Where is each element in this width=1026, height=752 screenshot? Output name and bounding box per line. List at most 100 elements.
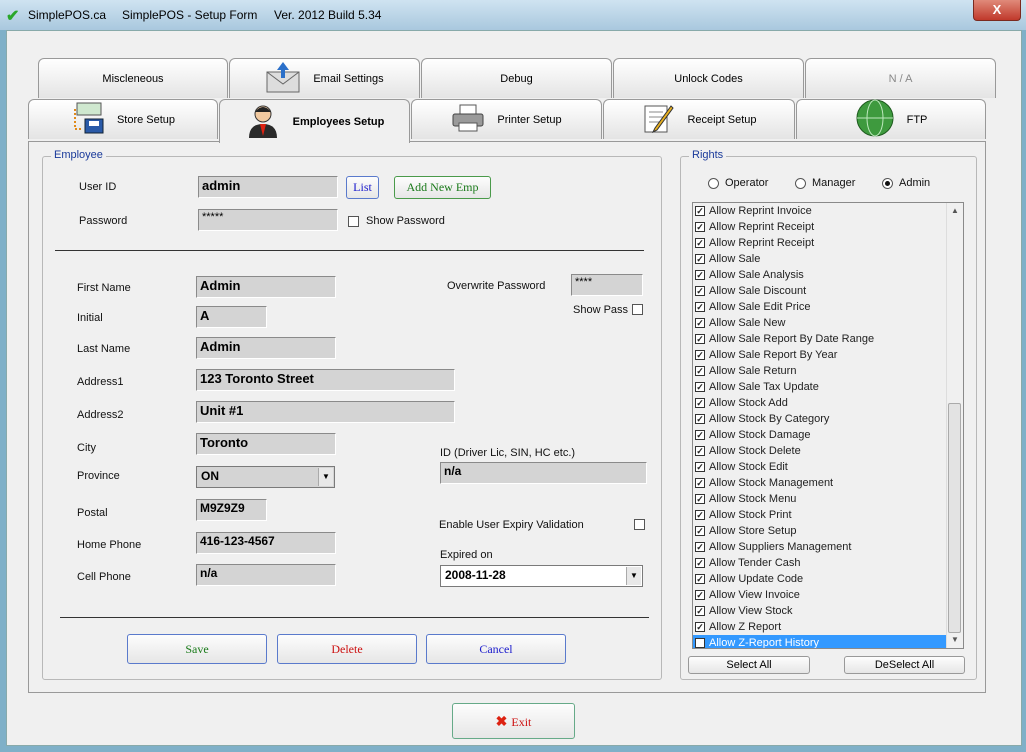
rights-list-item[interactable]: ✓ Allow Sale Edit Price <box>693 299 947 315</box>
rights-item-checkbox[interactable]: ✓ <box>695 526 705 536</box>
save-button[interactable]: Save <box>127 634 267 664</box>
rights-item-checkbox[interactable]: ✓ <box>695 334 705 344</box>
rights-list[interactable]: ✓ Allow Reprint Invoice ✓ Allow Reprint Rec… <box>692 202 964 649</box>
rights-list-item[interactable]: ✓ Allow Stock Management <box>693 475 947 491</box>
delete-button[interactable]: Delete <box>277 634 417 664</box>
rights-list-item[interactable]: ✓ Allow Reprint Receipt <box>693 235 947 251</box>
rights-list-item[interactable]: ✓ Allow Stock Damage <box>693 427 947 443</box>
last-name-field[interactable]: Admin <box>196 337 336 359</box>
rights-list-item[interactable]: ✓ Allow Sale Analysis <box>693 267 947 283</box>
rights-scrollbar[interactable]: ▲ ▼ <box>946 203 963 648</box>
rights-item-checkbox[interactable]: ✓ <box>695 430 705 440</box>
scroll-down-icon[interactable]: ▼ <box>947 632 963 648</box>
rights-item-checkbox[interactable]: ✓ <box>695 558 705 568</box>
rights-item-checkbox[interactable]: ✓ <box>695 510 705 520</box>
rights-item-checkbox[interactable]: ✓ <box>695 254 705 264</box>
address2-field[interactable]: Unit #1 <box>196 401 455 423</box>
rights-list-item[interactable]: ✓ Allow View Invoice <box>693 587 947 603</box>
add-new-emp-button[interactable]: Add New Emp <box>394 176 491 199</box>
id-field[interactable]: n/a <box>440 462 647 484</box>
rights-list-item[interactable]: ✓ Allow Update Code <box>693 571 947 587</box>
password-field[interactable]: ***** <box>198 209 338 231</box>
rights-item-checkbox[interactable]: ✓ <box>695 302 705 312</box>
rights-item-checkbox[interactable]: ✓ <box>695 542 705 552</box>
chevron-down-icon[interactable]: ▼ <box>318 468 333 486</box>
rights-list-item[interactable]: ✓ Allow Stock Menu <box>693 491 947 507</box>
cancel-button[interactable]: Cancel <box>426 634 566 664</box>
home-phone-field[interactable]: 416-123-4567 <box>196 532 336 554</box>
rights-item-checkbox[interactable]: ✓ <box>695 606 705 616</box>
tab-ftp[interactable]: FTP <box>796 99 986 139</box>
tab-email-settings[interactable]: Email Settings <box>229 58 420 98</box>
rights-item-checkbox[interactable]: ✓ <box>695 638 705 648</box>
role-operator-radio[interactable] <box>708 178 719 189</box>
rights-item-checkbox[interactable]: ✓ <box>695 318 705 328</box>
rights-item-checkbox[interactable]: ✓ <box>695 382 705 392</box>
rights-list-item[interactable]: ✓ Allow Stock Edit <box>693 459 947 475</box>
rights-item-checkbox[interactable]: ✓ <box>695 398 705 408</box>
rights-item-checkbox[interactable]: ✓ <box>695 590 705 600</box>
rights-list-item[interactable]: ✓ Allow Reprint Receipt <box>693 219 947 235</box>
rights-list-item[interactable]: ✓ Allow Sale Discount <box>693 283 947 299</box>
rights-list-item[interactable]: ✓ Allow Sale Report By Date Range <box>693 331 947 347</box>
tab-receipt-setup[interactable]: Receipt Setup <box>603 99 795 139</box>
initial-field[interactable]: A <box>196 306 267 328</box>
chevron-down-icon[interactable]: ▼ <box>626 567 641 585</box>
rights-list-item[interactable]: ✓ Allow Stock Delete <box>693 443 947 459</box>
city-field[interactable]: Toronto <box>196 433 336 455</box>
rights-list-item[interactable]: ✓ Allow Tender Cash <box>693 555 947 571</box>
deselect-all-button[interactable]: DeSelect All <box>844 656 965 674</box>
tab-unlock-codes[interactable]: Unlock Codes <box>613 58 804 98</box>
rights-item-checkbox[interactable]: ✓ <box>695 462 705 472</box>
tab-debug[interactable]: Debug <box>421 58 612 98</box>
rights-list-item[interactable]: ✓ Allow View Stock <box>693 603 947 619</box>
rights-item-checkbox[interactable]: ✓ <box>695 478 705 488</box>
rights-item-checkbox[interactable]: ✓ <box>695 286 705 296</box>
rights-list-item[interactable]: ✓ Allow Stock Add <box>693 395 947 411</box>
role-admin-radio[interactable] <box>882 178 893 189</box>
rights-list-item[interactable]: ✓ Allow Sale Report By Year <box>693 347 947 363</box>
rights-item-checkbox[interactable]: ✓ <box>695 366 705 376</box>
rights-item-checkbox[interactable]: ✓ <box>695 350 705 360</box>
rights-list-item[interactable]: ✓ Allow Sale <box>693 251 947 267</box>
rights-item-checkbox[interactable]: ✓ <box>695 206 705 216</box>
rights-list-item[interactable]: ✓ Allow Sale Tax Update <box>693 379 947 395</box>
expired-on-date-picker[interactable]: 2008-11-28 ▼ <box>440 565 643 587</box>
overwrite-password-field[interactable]: **** <box>571 274 643 296</box>
user-id-field[interactable]: admin <box>198 176 338 198</box>
rights-list-item[interactable]: ✓ Allow Suppliers Management <box>693 539 947 555</box>
role-manager-radio[interactable] <box>795 178 806 189</box>
rights-list-item[interactable]: ✓ Allow Stock Print <box>693 507 947 523</box>
rights-item-checkbox[interactable]: ✓ <box>695 414 705 424</box>
exit-button[interactable]: ✖ Exit <box>452 703 575 739</box>
rights-list-item[interactable]: ✓ Allow Sale New <box>693 315 947 331</box>
tab-miscleneous[interactable]: Miscleneous <box>38 58 228 98</box>
show-pass-checkbox[interactable] <box>632 304 643 315</box>
expiry-validation-checkbox[interactable] <box>634 519 645 530</box>
address1-field[interactable]: 123 Toronto Street <box>196 369 455 391</box>
tab-n-a[interactable]: N / A <box>805 58 996 98</box>
rights-item-checkbox[interactable]: ✓ <box>695 238 705 248</box>
tab-printer-setup[interactable]: Printer Setup <box>411 99 602 139</box>
show-password-checkbox[interactable] <box>348 216 359 227</box>
tab-store-setup[interactable]: Store Setup <box>28 99 218 139</box>
rights-item-checkbox[interactable]: ✓ <box>695 222 705 232</box>
first-name-field[interactable]: Admin <box>196 276 336 298</box>
rights-item-checkbox[interactable]: ✓ <box>695 574 705 584</box>
rights-list-item[interactable]: ✓ Allow Store Setup <box>693 523 947 539</box>
rights-list-item[interactable]: ✓ Allow Z Report <box>693 619 947 635</box>
rights-item-checkbox[interactable]: ✓ <box>695 446 705 456</box>
rights-item-checkbox[interactable]: ✓ <box>695 622 705 632</box>
rights-item-checkbox[interactable]: ✓ <box>695 270 705 280</box>
rights-list-item[interactable]: ✓ Allow Z-Report History <box>693 635 947 648</box>
tab-employees-setup[interactable]: Employees Setup <box>219 99 410 143</box>
select-all-button[interactable]: Select All <box>688 656 810 674</box>
cell-phone-field[interactable]: n/a <box>196 564 336 586</box>
window-close-button[interactable]: X <box>973 0 1021 21</box>
rights-item-checkbox[interactable]: ✓ <box>695 494 705 504</box>
rights-list-item[interactable]: ✓ Allow Stock By Category <box>693 411 947 427</box>
list-button[interactable]: List <box>346 176 379 199</box>
postal-field[interactable]: M9Z9Z9 <box>196 499 267 521</box>
scroll-up-icon[interactable]: ▲ <box>947 203 963 219</box>
scroll-thumb[interactable] <box>948 403 961 633</box>
